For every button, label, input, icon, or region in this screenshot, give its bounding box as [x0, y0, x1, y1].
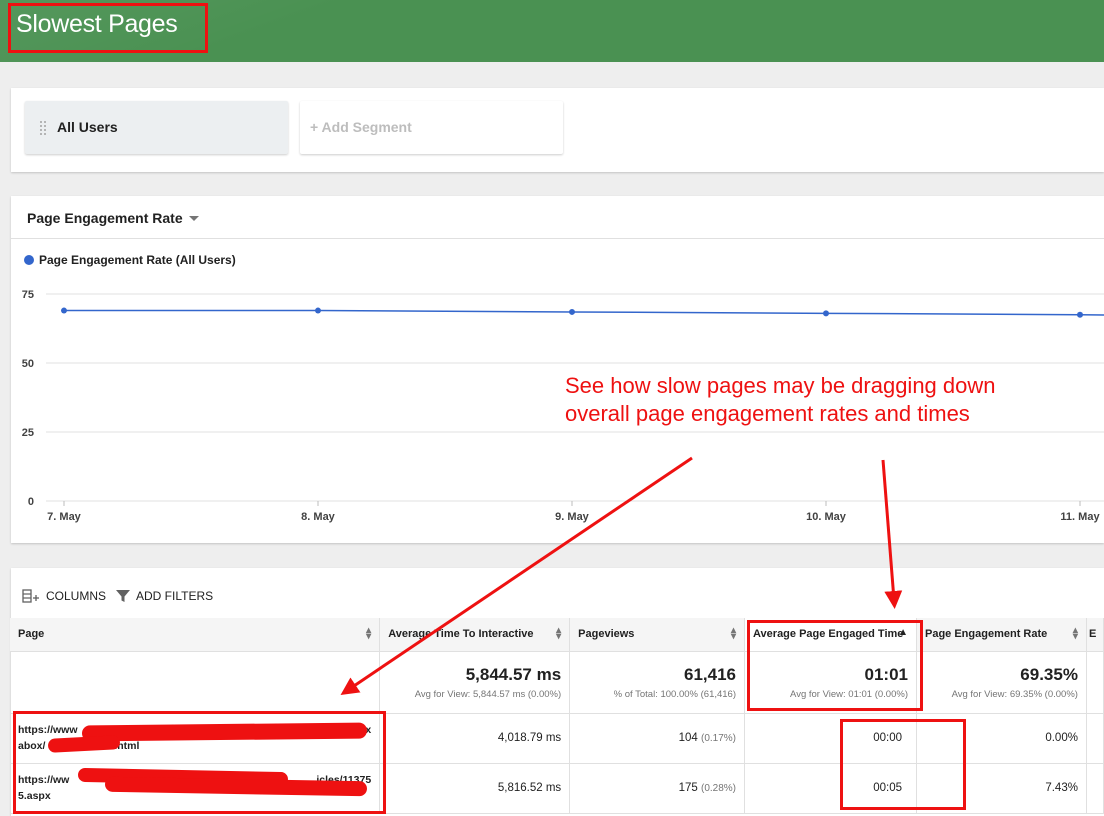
columns-label: COLUMNS [46, 589, 107, 603]
chevron-down-icon[interactable] [189, 216, 199, 221]
redaction-mark [81, 722, 368, 742]
annotation-line-2: overall page engagement rates and times [565, 401, 970, 426]
totals-engaged-time-cell: 01:01 Avg for View: 01:01 (0.00%) [744, 651, 917, 714]
column-header-page[interactable]: Page ▴ ▾ [10, 618, 381, 652]
total-subtext: Avg for View: 01:01 (0.00%) [790, 688, 908, 700]
sort-icon[interactable]: ▴ ▾ [556, 626, 561, 642]
table-header-row: Page ▴ ▾ Average Time To Interactive ▴ ▾ Pag… [10, 618, 1104, 652]
engagement-rate-cell: 0.00% [916, 713, 1087, 764]
annotation-text: See how slow pages may be dragging down … [565, 372, 1065, 428]
sort-ascending-icon[interactable]: ▲ [898, 628, 908, 638]
column-header-label: Page [18, 628, 45, 641]
totals-tti-cell: 5,844.57 ms Avg for View: 5,844.57 ms (0.… [379, 651, 571, 714]
page-url-text[interactable]: 5.aspx [18, 790, 51, 802]
page-header: Slowest Pages [0, 0, 1104, 62]
column-header-label: E [1088, 628, 1097, 641]
add-filters-button[interactable]: ADD FILTERS [116, 589, 213, 603]
sort-icon[interactable]: ▴ ▾ [366, 626, 371, 642]
total-subtext: % of Total: 100.00% (61,416) [613, 688, 737, 700]
total-subtext: Avg for View: 69.35% (0.00%) [951, 688, 1078, 700]
filter-icon [116, 590, 130, 602]
pageviews-cell: 175 (0.28%) [569, 763, 746, 814]
total-value: 5,844.57 ms [465, 664, 562, 684]
total-value: 69.35% [1020, 664, 1078, 684]
page-url-text[interactable]: abox/ [18, 740, 45, 752]
column-header-truncated[interactable]: E [1086, 618, 1104, 652]
column-header-engagement-rate[interactable]: Page Engagement Rate ▴ ▾ [916, 618, 1087, 652]
annotation-line-1: See how slow pages may be dragging down [565, 373, 996, 398]
columns-icon [22, 589, 39, 603]
add-filters-label: ADD FILTERS [136, 589, 214, 603]
engaged-time-cell: 00:00 [744, 713, 917, 764]
column-header-label: Page Engagement Rate [925, 628, 1048, 641]
column-header-pageviews[interactable]: Pageviews ▴ ▾ [569, 618, 746, 652]
tti-cell: 5,816.52 ms [379, 763, 571, 814]
pageviews-percent: (0.28%) [701, 783, 737, 794]
pageviews-percent: (0.17%) [701, 733, 737, 744]
column-header-engaged-time[interactable]: Average Page Engaged Time ▲ [744, 618, 917, 652]
drag-handle-icon[interactable] [39, 120, 47, 136]
totals-row: 5,844.57 ms Avg for View: 5,844.57 ms (0.… [10, 651, 1104, 714]
engaged-time-cell: 00:05 [744, 763, 917, 814]
total-value: 61,416 [684, 664, 737, 684]
segment-label: All Users [57, 119, 118, 135]
page-title: Slowest Pages [16, 10, 178, 38]
tti-cell: 4,018.79 ms [379, 713, 571, 764]
sort-icon[interactable]: ▴ ▾ [1073, 626, 1078, 642]
total-subtext: Avg for View: 5,844.57 ms (0.00%) [414, 688, 562, 700]
totals-pageviews-cell: 61,416 % of Total: 100.00% (61,416) [569, 651, 746, 714]
legend-marker [24, 255, 34, 265]
metric-selector[interactable]: Page Engagement Rate [27, 210, 183, 226]
totals-engagement-rate-cell: 69.35% Avg for View: 69.35% (0.00%) [916, 651, 1087, 714]
totals-page-cell [10, 651, 381, 714]
chart-panel-divider [11, 238, 1104, 239]
add-segment-button[interactable]: + Add Segment [300, 101, 563, 154]
totals-truncated-cell [1086, 651, 1104, 714]
add-segment-label: + Add Segment [310, 119, 412, 135]
truncated-cell [1086, 713, 1104, 764]
legend-label[interactable]: Page Engagement Rate (All Users) [39, 253, 236, 267]
pageviews-value: 175 [678, 782, 698, 794]
truncated-cell [1086, 763, 1104, 814]
column-header-label: Pageviews [578, 628, 635, 641]
sort-icon[interactable]: ▴ ▾ [731, 626, 736, 642]
total-value: 01:01 [864, 664, 908, 684]
columns-button[interactable]: COLUMNS [22, 589, 106, 603]
pageviews-value: 104 [678, 732, 698, 744]
chart-panel [11, 196, 1104, 543]
pageviews-cell: 104 (0.17%) [569, 713, 746, 764]
engagement-rate-cell: 7.43% [916, 763, 1087, 814]
column-header-tti[interactable]: Average Time To Interactive ▴ ▾ [379, 618, 571, 652]
page-url-text[interactable]: https://ww [18, 772, 69, 788]
segment-all-users[interactable]: All Users [25, 101, 288, 154]
column-header-label: Average Page Engaged Time [753, 628, 904, 641]
page-url-text[interactable]: https://www [18, 722, 78, 738]
column-header-label: Average Time To Interactive [388, 628, 534, 641]
